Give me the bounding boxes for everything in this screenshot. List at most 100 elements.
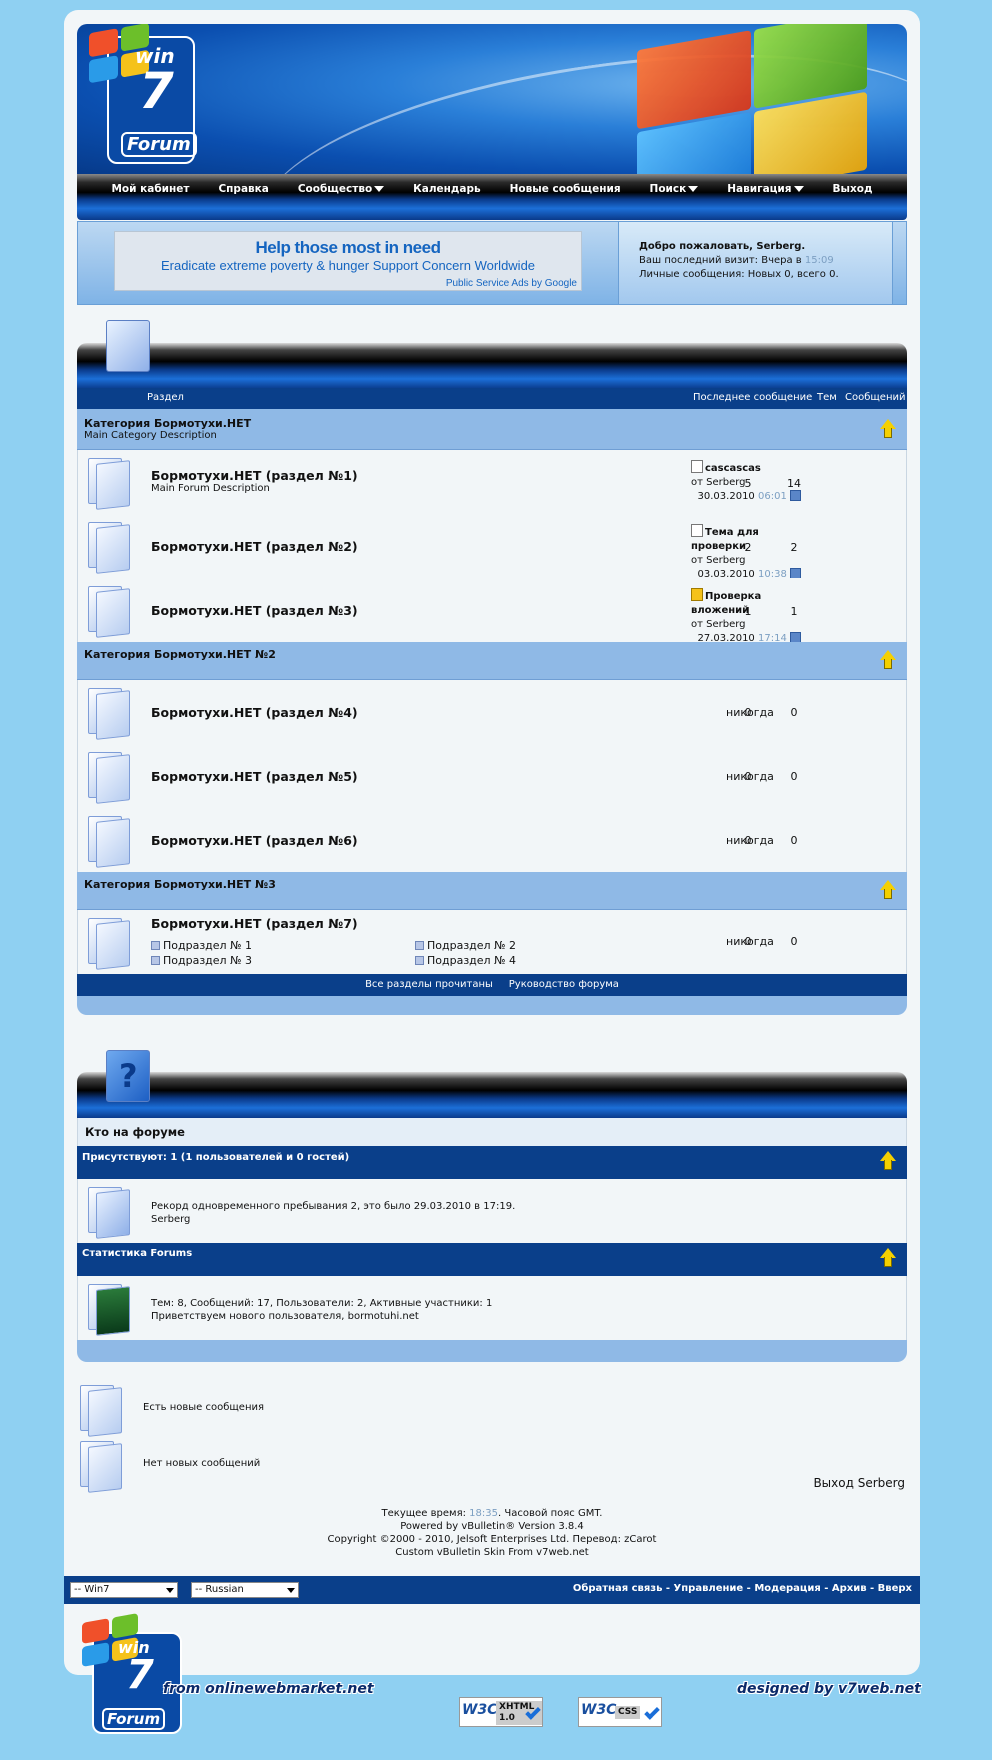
mark-all-read-link[interactable]: Все разделы прочитаны [365, 979, 493, 990]
forum-guide-link[interactable]: Руководство форума [509, 979, 619, 990]
last-post-title[interactable]: cascascas [705, 463, 761, 474]
nav-calendar[interactable]: Календарь [413, 183, 480, 195]
category-row[interactable]: Категория Бормотухи.НЕТ №3 [77, 872, 907, 910]
new-posts-folder-icon [80, 1383, 122, 1437]
private-messages-link[interactable]: Личные сообщения: Новых 0, всего 0. [639, 268, 892, 282]
online-bottom-cap [77, 1340, 907, 1362]
post-count: 14 [787, 477, 801, 490]
nav-new-posts[interactable]: Новые сообщения [510, 183, 621, 195]
folder-icon [88, 916, 130, 970]
chevron-down-icon [374, 186, 385, 192]
category-description: Main Category Description [84, 430, 217, 441]
ad-attribution[interactable]: Public Service Ads by Google [446, 278, 577, 289]
thread-count: 0 [744, 935, 752, 948]
ad-subline[interactable]: Eradicate extreme poverty & hunger Suppo… [115, 258, 581, 273]
checkmark-icon [644, 1704, 660, 1720]
forum-title[interactable]: Бормотухи.НЕТ (раздел №1) [151, 468, 358, 483]
forum-title[interactable]: Бормотухи.НЕТ (раздел №6) [151, 833, 358, 848]
category-row[interactable]: Категория Бормотухи.НЕТ Main Category De… [77, 409, 907, 450]
collapse-icon[interactable] [879, 1151, 897, 1171]
forum-title[interactable]: Бормотухи.НЕТ (раздел №7) [151, 916, 358, 931]
forum-row: Бормотухи.НЕТ (раздел №2) Тема для прове… [77, 514, 907, 580]
folder-icon [88, 520, 130, 574]
nav-community[interactable]: Сообщество [298, 183, 385, 195]
last-visit: Ваш последний визит: Вчера в 15:09 [639, 255, 834, 266]
thread-count: 1 [744, 605, 752, 618]
online-users-row: Рекорд одновременного пребывания 2, это … [77, 1179, 907, 1243]
bottom-bar: -- Win7 -- Russian Обратная связь - Упра… [64, 1576, 920, 1604]
subforum-link[interactable]: Подраздел № 2 [415, 939, 516, 952]
nav-help[interactable]: Справка [218, 183, 268, 195]
present-bar: Присутствуют: 1 (1 пользователей и 0 гос… [77, 1146, 907, 1179]
forum-title[interactable]: Бормотухи.НЕТ (раздел №2) [151, 539, 358, 554]
subforum-link[interactable]: Подраздел № 1 [151, 939, 252, 952]
forum-title[interactable]: Бормотухи.НЕТ (раздел №5) [151, 769, 358, 784]
collapse-icon[interactable] [879, 1248, 897, 1268]
last-post-author[interactable]: от Serberg [691, 618, 801, 632]
online-user-link[interactable]: Serberg [151, 1214, 190, 1225]
forum-row: Бормотухи.НЕТ (раздел №1) Main Forum Des… [77, 450, 907, 514]
forum-table-header: Раздел Последнее сообщение Тем Сообщений [77, 388, 907, 409]
credit-right[interactable]: designed by v7web.net [737, 1681, 921, 1697]
go-to-post-icon[interactable] [790, 490, 801, 501]
document-icon [691, 524, 703, 537]
category-row[interactable]: Категория Бормотухи.НЕТ №2 [77, 642, 907, 680]
logo-seven-text: 7 [139, 62, 174, 120]
folder-icon [88, 584, 130, 638]
skin-credit: Custom vBulletin Skin From v7web.net [395, 1547, 589, 1558]
w3c-css-badge[interactable]: W3C CSS [578, 1697, 662, 1727]
collapse-icon[interactable] [879, 880, 897, 900]
nav-logout[interactable]: Выход [832, 183, 872, 195]
stats-title: Статистика Forums [82, 1248, 193, 1259]
w3c-xhtml-badge[interactable]: W3C XHTML 1.0 [459, 1697, 543, 1727]
thread-count: 5 [744, 477, 752, 490]
col-posts: Сообщений [845, 392, 906, 403]
google-ad[interactable]: Help those most in need Eradicate extrem… [114, 231, 582, 291]
folder-icon [88, 750, 130, 804]
logout-link[interactable]: Выход Serberg [813, 1476, 905, 1490]
whos-online-title[interactable]: Кто на форуме [85, 1125, 185, 1139]
subforum-link[interactable]: Подраздел № 3 [151, 954, 252, 967]
whos-online-title-row: Кто на форуме [77, 1118, 907, 1146]
post-count: 0 [790, 706, 798, 719]
main-navbar: Мой кабинет Справка Сообщество Календарь… [77, 174, 907, 220]
stats-text: Тем: 8, Сообщений: 17, Пользователи: 2, … [151, 1298, 493, 1309]
forum-footer-bar: Все разделы прочитаны Руководство форума [77, 974, 907, 996]
forum-row: Бормотухи.НЕТ (раздел №4) никогда 0 0 [77, 680, 907, 744]
subforum-icon [415, 956, 424, 965]
forum-bottom-cap [77, 996, 907, 1015]
col-last-post: Последнее сообщение [693, 392, 813, 403]
present-count[interactable]: Присутствуют: 1 (1 пользователей и 0 гос… [82, 1152, 349, 1163]
site-logo[interactable]: win 7 Forum [89, 24, 197, 164]
subforum-icon [151, 941, 160, 950]
category-title[interactable]: Категория Бормотухи.НЕТ №2 [84, 648, 276, 661]
thread-count: 2 [744, 541, 752, 554]
footer-links[interactable]: Обратная связь - Управление - Модерация … [573, 1583, 912, 1594]
style-select[interactable]: -- Win7 [70, 1582, 178, 1598]
header-banner: win 7 Forum [77, 24, 907, 174]
credit-left[interactable]: from onlinewebmarket.net [163, 1681, 374, 1697]
forum-title[interactable]: Бормотухи.НЕТ (раздел №4) [151, 705, 358, 720]
forum-row: Бормотухи.НЕТ (раздел №5) никогда 0 0 [77, 744, 907, 808]
no-new-posts-folder-icon [80, 1439, 122, 1493]
document-icon [691, 460, 703, 473]
language-select[interactable]: -- Russian [191, 1582, 299, 1598]
ad-headline[interactable]: Help those most in need [115, 238, 581, 258]
w3c-logo-text: W3C [581, 1702, 617, 1718]
category-title[interactable]: Категория Бормотухи.НЕТ №3 [84, 878, 276, 891]
collapse-icon[interactable] [879, 650, 897, 670]
nav-navigation[interactable]: Навигация [727, 183, 804, 195]
post-count: 1 [790, 605, 798, 618]
category-title[interactable]: Категория Бормотухи.НЕТ [84, 417, 251, 430]
collapse-icon[interactable] [879, 419, 897, 439]
thumbs-up-icon [691, 588, 703, 601]
ad-welcome-row: Help those most in need Eradicate extrem… [77, 221, 907, 305]
post-count: 0 [790, 770, 798, 783]
last-post-author[interactable]: от Serberg [691, 554, 801, 568]
nav-search[interactable]: Поиск [650, 183, 699, 195]
subforum-link[interactable]: Подраздел № 4 [415, 954, 516, 967]
post-count: 0 [790, 935, 798, 948]
forum-title[interactable]: Бормотухи.НЕТ (раздел №3) [151, 603, 358, 618]
nav-my-cabinet[interactable]: Мой кабинет [111, 183, 189, 195]
copyright-block: Текущее время: 18:35. Часовой пояс GMT. … [64, 1507, 920, 1559]
